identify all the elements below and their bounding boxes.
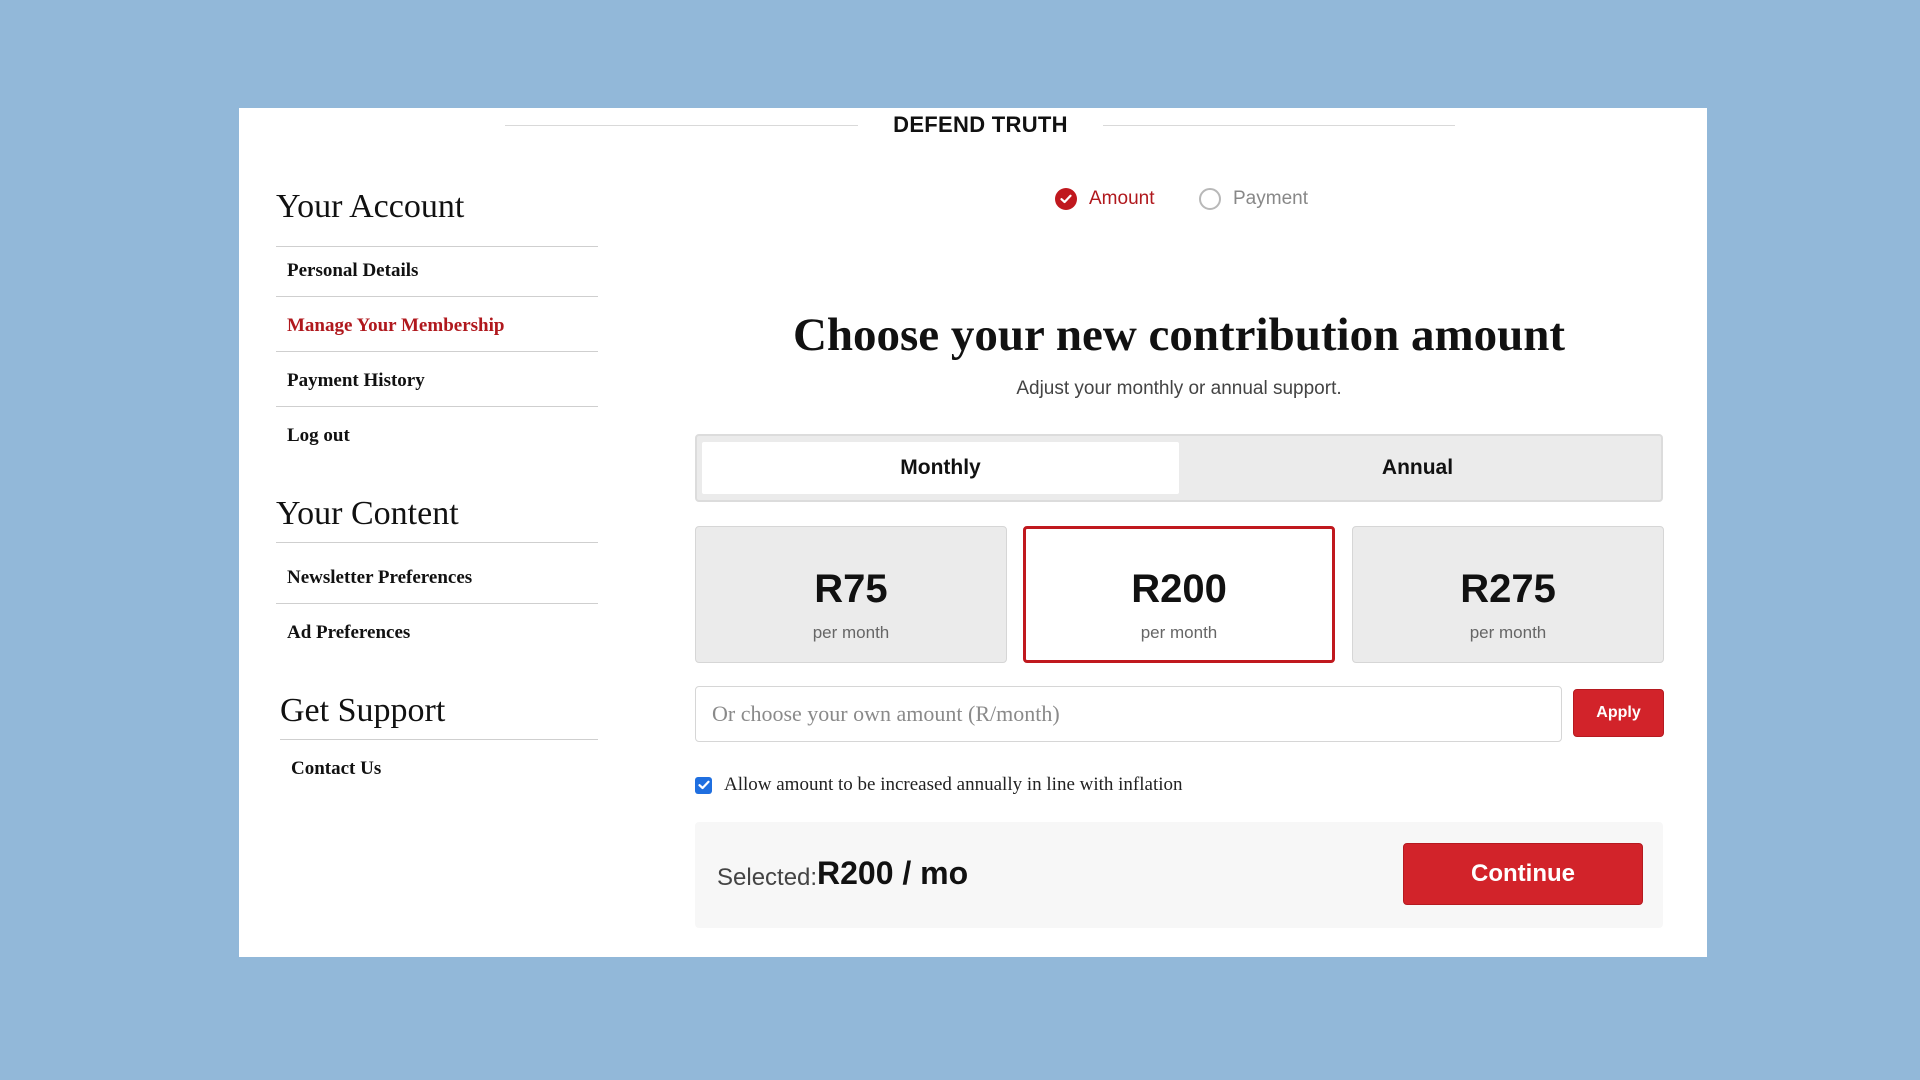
divider	[276, 296, 598, 297]
sidebar-item-payment-history[interactable]: Payment History	[287, 370, 425, 392]
sidebar-item-contact-us[interactable]: Contact Us	[291, 758, 381, 780]
inflation-option: Allow amount to be increased annually in…	[695, 774, 1183, 796]
selection-summary: Selected: R200 / mo Continue	[695, 822, 1663, 928]
section-title-get-support: Get Support	[280, 692, 446, 729]
step-label: Amount	[1089, 188, 1155, 209]
page-subtitle: Adjust your monthly or annual support.	[1016, 378, 1342, 399]
sidebar-item-log-out[interactable]: Log out	[287, 425, 350, 447]
sidebar-item-manage-membership[interactable]: Manage Your Membership	[287, 315, 504, 337]
amount-period: per month	[1469, 623, 1547, 642]
amount-value: R75	[814, 567, 888, 611]
divider	[276, 246, 598, 247]
section-title-your-account: Your Account	[276, 188, 465, 225]
divider	[276, 406, 598, 407]
check-icon	[1055, 188, 1077, 210]
frequency-monthly-tab[interactable]: Monthly	[702, 442, 1179, 494]
step-label: Payment	[1233, 188, 1308, 209]
empty-circle-icon	[1199, 188, 1221, 210]
divider	[280, 739, 598, 740]
brand-divider-left	[505, 125, 858, 126]
continue-button[interactable]: Continue	[1403, 843, 1643, 905]
divider	[276, 542, 598, 543]
selected-value: R200 / mo	[817, 855, 969, 891]
step-amount[interactable]: Amount	[1055, 188, 1154, 210]
sidebar-item-ad-preferences[interactable]: Ad Preferences	[287, 622, 410, 644]
step-payment[interactable]: Payment	[1199, 188, 1308, 210]
amount-value: R200	[1131, 567, 1227, 611]
divider	[276, 351, 598, 352]
amount-period: per month	[812, 623, 890, 642]
sidebar-item-newsletter-preferences[interactable]: Newsletter Preferences	[287, 567, 472, 589]
amount-value: R275	[1460, 567, 1556, 611]
divider	[276, 603, 598, 604]
inflation-checkbox[interactable]	[695, 776, 712, 794]
amount-option-r275[interactable]: R275 per month	[1352, 526, 1664, 663]
selected-label: Selected:	[717, 864, 818, 891]
page-title: Choose your new contribution amount	[792, 309, 1566, 361]
amount-option-r75[interactable]: R75 per month	[695, 526, 1007, 663]
amount-option-r200[interactable]: R200 per month	[1023, 526, 1335, 663]
apply-button[interactable]: Apply	[1573, 689, 1664, 737]
custom-amount-input[interactable]	[695, 686, 1562, 742]
brand-divider-right	[1103, 125, 1455, 126]
frequency-annual-tab[interactable]: Annual	[1179, 442, 1656, 494]
amount-period: per month	[1140, 623, 1218, 642]
brand-name: DEFEND TRUTH	[893, 112, 1068, 137]
sidebar-item-personal-details[interactable]: Personal Details	[287, 260, 418, 282]
membership-card: DEFEND TRUTH Your Account Personal Detai…	[239, 108, 1707, 957]
frequency-toggle: Monthly Annual	[695, 434, 1663, 502]
section-title-your-content: Your Content	[276, 495, 459, 532]
checkmark-icon	[697, 780, 710, 790]
inflation-label[interactable]: Allow amount to be increased annually in…	[724, 774, 1183, 796]
